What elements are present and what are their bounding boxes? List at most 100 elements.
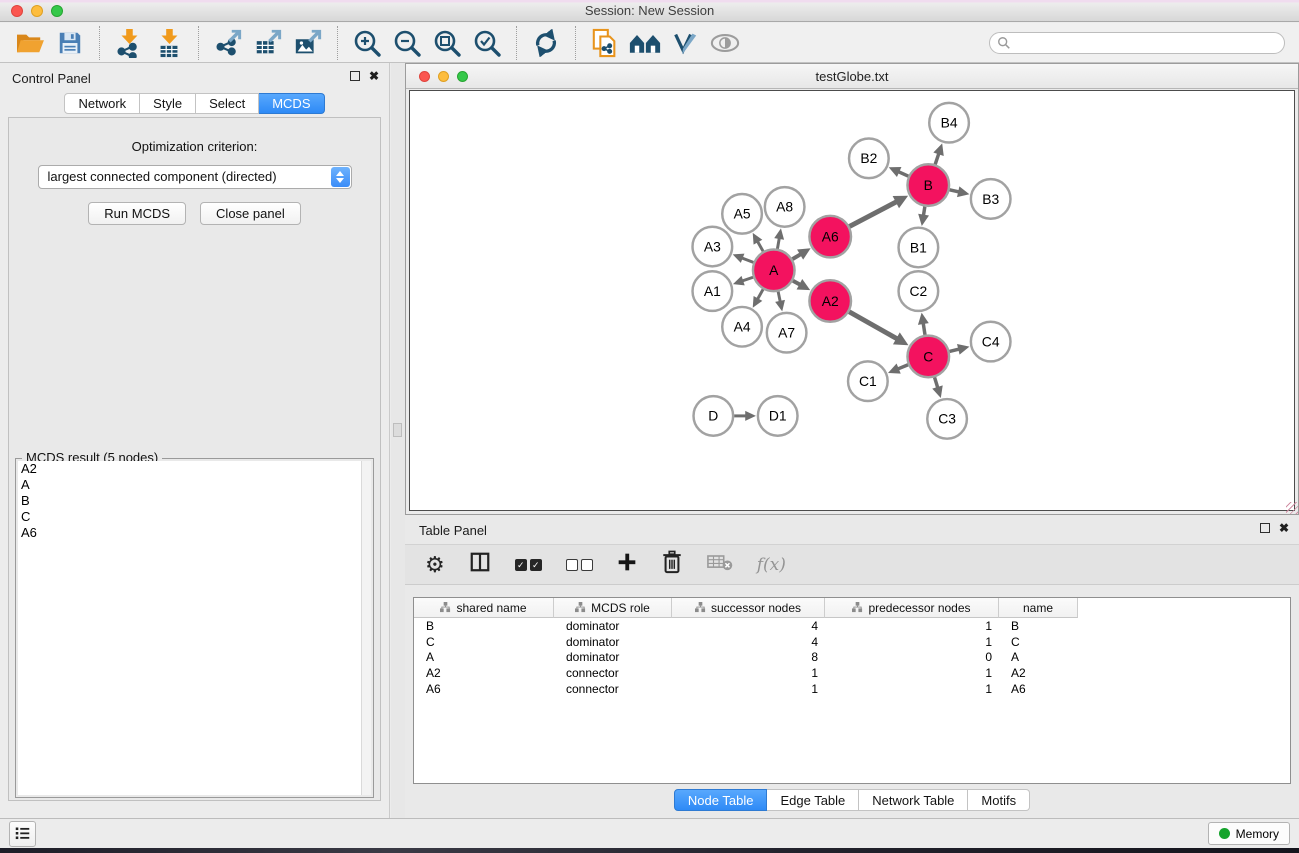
export-image-button[interactable] xyxy=(288,25,328,61)
table-settings-gear-icon[interactable]: ⚙ xyxy=(425,554,445,576)
graph-node-A1[interactable]: A1 xyxy=(693,271,733,311)
column-header-mcds-role[interactable]: MCDS role xyxy=(554,598,672,618)
show-details-button[interactable] xyxy=(705,25,745,61)
deselect-all-columns-button[interactable] xyxy=(566,559,593,571)
add-column-button[interactable] xyxy=(617,552,637,577)
close-panel-button[interactable]: Close panel xyxy=(200,202,301,225)
open-session-button[interactable] xyxy=(10,25,50,61)
graph-edge-A-A7[interactable] xyxy=(775,292,785,312)
mcds-result-item[interactable]: B xyxy=(18,493,361,509)
graph-node-A8[interactable]: A8 xyxy=(765,187,805,227)
refresh-button[interactable] xyxy=(526,25,566,61)
minimize-window-button[interactable] xyxy=(31,5,43,17)
graph-edge-A-A3[interactable] xyxy=(733,254,754,263)
clone-network-button[interactable] xyxy=(585,25,625,61)
result-list-scrollbar[interactable] xyxy=(361,461,371,795)
search-input[interactable] xyxy=(989,32,1285,54)
select-all-columns-button[interactable]: ✓ ✓ xyxy=(515,559,542,571)
graph-node-C[interactable]: C xyxy=(907,336,949,378)
graph-node-B3[interactable]: B3 xyxy=(971,179,1011,219)
network-zoom-button[interactable] xyxy=(457,71,468,82)
graph-edge-B-B3[interactable] xyxy=(950,186,970,197)
graph-edge-A-A1[interactable] xyxy=(733,276,753,285)
table-tab-motifs[interactable]: Motifs xyxy=(968,789,1030,811)
graph-node-B2[interactable]: B2 xyxy=(849,139,889,179)
graph-edge-A-A5[interactable] xyxy=(753,233,763,251)
graph-node-C2[interactable]: C2 xyxy=(899,271,939,311)
save-session-button[interactable] xyxy=(50,25,90,61)
panel-splitter[interactable] xyxy=(391,63,405,818)
graph-node-A4[interactable]: A4 xyxy=(722,307,762,347)
table-row[interactable]: A2connector11A2 xyxy=(414,665,1290,681)
close-window-button[interactable] xyxy=(11,5,23,17)
graph-edge-A-A6[interactable] xyxy=(792,248,810,259)
import-network-button[interactable] xyxy=(109,25,149,61)
zoom-in-button[interactable] xyxy=(347,25,387,61)
column-header-name[interactable]: name xyxy=(999,598,1078,618)
table-tab-node-table[interactable]: Node Table xyxy=(674,789,768,811)
network-canvas[interactable]: AA1A2A3A4A5A6A7A8BB1B2B3B4CC1C2C3C4DD1 xyxy=(409,90,1295,511)
graph-edge-B-B1[interactable] xyxy=(918,207,929,226)
graph-node-B1[interactable]: B1 xyxy=(899,228,939,268)
close-panel-icon[interactable]: ✖ xyxy=(369,71,379,81)
export-table-button[interactable] xyxy=(248,25,288,61)
table-tab-network-table[interactable]: Network Table xyxy=(859,789,968,811)
graph-node-D1[interactable]: D1 xyxy=(758,396,798,436)
column-header-successor-nodes[interactable]: successor nodes xyxy=(672,598,825,618)
graph-edge-C-C1[interactable] xyxy=(888,364,908,374)
run-mcds-button[interactable]: Run MCDS xyxy=(88,202,186,225)
graph-edge-B-B2[interactable] xyxy=(889,167,909,177)
graph-edge-A-A8[interactable] xyxy=(774,228,784,248)
graph-node-A5[interactable]: A5 xyxy=(722,194,762,234)
table-row[interactable]: A6connector11A6 xyxy=(414,681,1290,697)
memory-button[interactable]: Memory xyxy=(1208,822,1290,845)
graph-edge-A6-B[interactable] xyxy=(850,196,909,227)
splitter-handle[interactable] xyxy=(393,423,402,437)
table-tab-edge-table[interactable]: Edge Table xyxy=(767,789,859,811)
float-panel-icon[interactable] xyxy=(350,71,360,81)
mcds-result-item[interactable]: A xyxy=(18,477,361,493)
export-network-button[interactable] xyxy=(208,25,248,61)
graph-node-B4[interactable]: B4 xyxy=(929,103,969,143)
graph-node-A2[interactable]: A2 xyxy=(809,280,851,322)
home-button[interactable] xyxy=(625,25,665,61)
graph-node-C3[interactable]: C3 xyxy=(927,399,967,439)
tab-style[interactable]: Style xyxy=(140,93,196,114)
mcds-result-item[interactable]: A2 xyxy=(18,461,361,477)
zoom-fit-button[interactable] xyxy=(427,25,467,61)
show-columns-button[interactable] xyxy=(469,551,491,578)
table-row[interactable]: Cdominator41C xyxy=(414,634,1290,650)
table-row[interactable]: Bdominator41B xyxy=(414,618,1290,634)
zoom-selected-button[interactable] xyxy=(467,25,507,61)
graph-edge-C-C4[interactable] xyxy=(949,344,969,355)
graph-edge-D-D1[interactable] xyxy=(734,411,756,421)
graph-node-C4[interactable]: C4 xyxy=(971,322,1011,362)
mcds-result-item[interactable]: A6 xyxy=(18,525,361,541)
graph-node-A3[interactable]: A3 xyxy=(693,227,733,267)
graph-node-B[interactable]: B xyxy=(907,164,949,206)
zoom-out-button[interactable] xyxy=(387,25,427,61)
graph-edge-A-A4[interactable] xyxy=(753,289,763,307)
import-table-button[interactable] xyxy=(149,25,189,61)
delete-table-button[interactable] xyxy=(707,553,733,577)
criterion-select[interactable]: largest connected component (directed) xyxy=(38,165,352,189)
close-table-panel-icon[interactable]: ✖ xyxy=(1279,523,1289,533)
graph-edge-A2-C[interactable] xyxy=(849,312,908,346)
graph-node-A7[interactable]: A7 xyxy=(767,313,807,353)
mcds-result-item[interactable]: C xyxy=(18,509,361,525)
graph-edge-C-C2[interactable] xyxy=(918,313,929,335)
style-pen-button[interactable] xyxy=(665,25,705,61)
task-history-button[interactable] xyxy=(9,821,36,847)
tab-select[interactable]: Select xyxy=(196,93,259,114)
tab-network[interactable]: Network xyxy=(64,93,140,114)
window-resize-grip[interactable] xyxy=(1286,502,1298,514)
graph-node-A[interactable]: A xyxy=(753,249,795,291)
zoom-window-button[interactable] xyxy=(51,5,63,17)
table-row[interactable]: Adominator80A xyxy=(414,650,1290,666)
float-table-panel-icon[interactable] xyxy=(1260,523,1270,533)
network-minimize-button[interactable] xyxy=(438,71,449,82)
graph-edge-B-B4[interactable] xyxy=(933,143,943,164)
graph-node-D[interactable]: D xyxy=(694,396,734,436)
network-close-button[interactable] xyxy=(419,71,430,82)
graph-edge-C-C3[interactable] xyxy=(932,377,942,398)
